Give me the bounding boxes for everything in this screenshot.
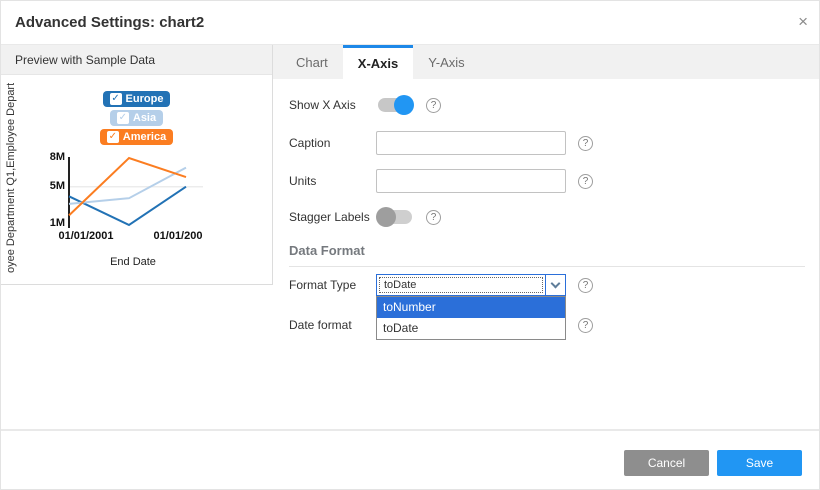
help-icon[interactable]: ?	[426, 210, 441, 225]
units-row: Units ?	[289, 169, 820, 193]
legend-label: Europe	[126, 93, 164, 105]
x-tick-right: 01/01/200	[128, 230, 228, 242]
x-tick-left: 01/01/2001	[36, 230, 136, 242]
legend-item-america[interactable]: ✓ America	[100, 129, 173, 145]
tab-y-axis[interactable]: Y-Axis	[413, 45, 479, 79]
date-format-label: Date format	[289, 318, 376, 332]
stagger-labels-row: Stagger Labels ?	[289, 205, 820, 229]
tab-chart[interactable]: Chart	[281, 45, 343, 79]
legend-label: Asia	[133, 112, 156, 124]
checkbox-checked-icon: ✓	[117, 112, 129, 124]
close-icon[interactable]: ×	[798, 13, 808, 31]
show-x-axis-row: Show X Axis ?	[289, 93, 820, 117]
option-tonumber[interactable]: toNumber	[377, 297, 565, 318]
legend-item-asia[interactable]: ✓ Asia	[110, 110, 163, 126]
dialog-footer: Cancel Save	[1, 429, 819, 489]
units-input[interactable]	[376, 169, 566, 193]
format-type-select[interactable]: toDate	[376, 274, 566, 296]
preview-panel: Preview with Sample Data oyee Department…	[1, 45, 273, 285]
option-todate[interactable]: toDate	[377, 318, 565, 339]
preview-header: Preview with Sample Data	[1, 45, 272, 75]
units-label: Units	[289, 174, 376, 188]
caption-label: Caption	[289, 136, 376, 150]
format-type-label: Format Type	[289, 278, 376, 292]
y-tick-8m: 8M	[39, 151, 65, 163]
chevron-down-icon	[551, 279, 561, 289]
checkbox-checked-icon: ✓	[107, 131, 119, 143]
help-icon[interactable]: ?	[578, 136, 593, 151]
section-divider	[289, 266, 805, 267]
x-axis-form: Show X Axis ? Caption ? Units ? Stagger …	[273, 79, 820, 337]
chart-x-axis-title: End Date	[83, 256, 183, 268]
show-x-axis-label: Show X Axis	[289, 98, 376, 112]
y-tick-1m: 1M	[39, 217, 65, 229]
save-button[interactable]: Save	[717, 450, 802, 476]
legend-label: America	[123, 131, 166, 143]
y-tick-5m: 5M	[39, 180, 65, 192]
dialog-titlebar: Advanced Settings: chart2 ×	[1, 1, 819, 45]
tab-bar: Chart X-Axis Y-Axis	[273, 45, 820, 79]
settings-panel: Chart X-Axis Y-Axis Show X Axis ? Captio…	[273, 45, 820, 431]
toggle-knob	[394, 95, 414, 115]
format-type-row: Format Type toDate toNumber toDate ?	[289, 273, 820, 297]
show-x-axis-toggle[interactable]	[378, 98, 412, 112]
toggle-knob	[376, 207, 396, 227]
tab-x-axis[interactable]: X-Axis	[343, 45, 413, 79]
format-type-dropdown: toNumber toDate	[376, 296, 566, 340]
stagger-labels-label: Stagger Labels	[289, 210, 376, 224]
caption-input[interactable]	[376, 131, 566, 155]
help-icon[interactable]: ?	[578, 278, 593, 293]
cancel-button[interactable]: Cancel	[624, 450, 709, 476]
line-chart-plot	[61, 156, 211, 234]
dialog-title: Advanced Settings: chart2	[15, 14, 204, 31]
help-icon[interactable]: ?	[578, 318, 593, 333]
stagger-labels-toggle[interactable]	[378, 210, 412, 224]
caption-row: Caption ?	[289, 131, 820, 155]
format-type-selected-value: toDate	[379, 277, 543, 293]
legend-item-europe[interactable]: ✓ Europe	[103, 91, 171, 107]
help-icon[interactable]: ?	[426, 98, 441, 113]
advanced-settings-dialog: Advanced Settings: chart2 × Preview with…	[0, 0, 820, 490]
data-format-section-header: Data Format	[289, 243, 820, 258]
checkbox-checked-icon: ✓	[110, 93, 122, 105]
select-arrow-button[interactable]	[545, 275, 565, 295]
help-icon[interactable]: ?	[578, 174, 593, 189]
chart-legend: ✓ Europe ✓ Asia ✓ America	[1, 91, 272, 145]
preview-chart: oyee Department Q1,Employee Depart ✓ Eur…	[1, 75, 272, 284]
